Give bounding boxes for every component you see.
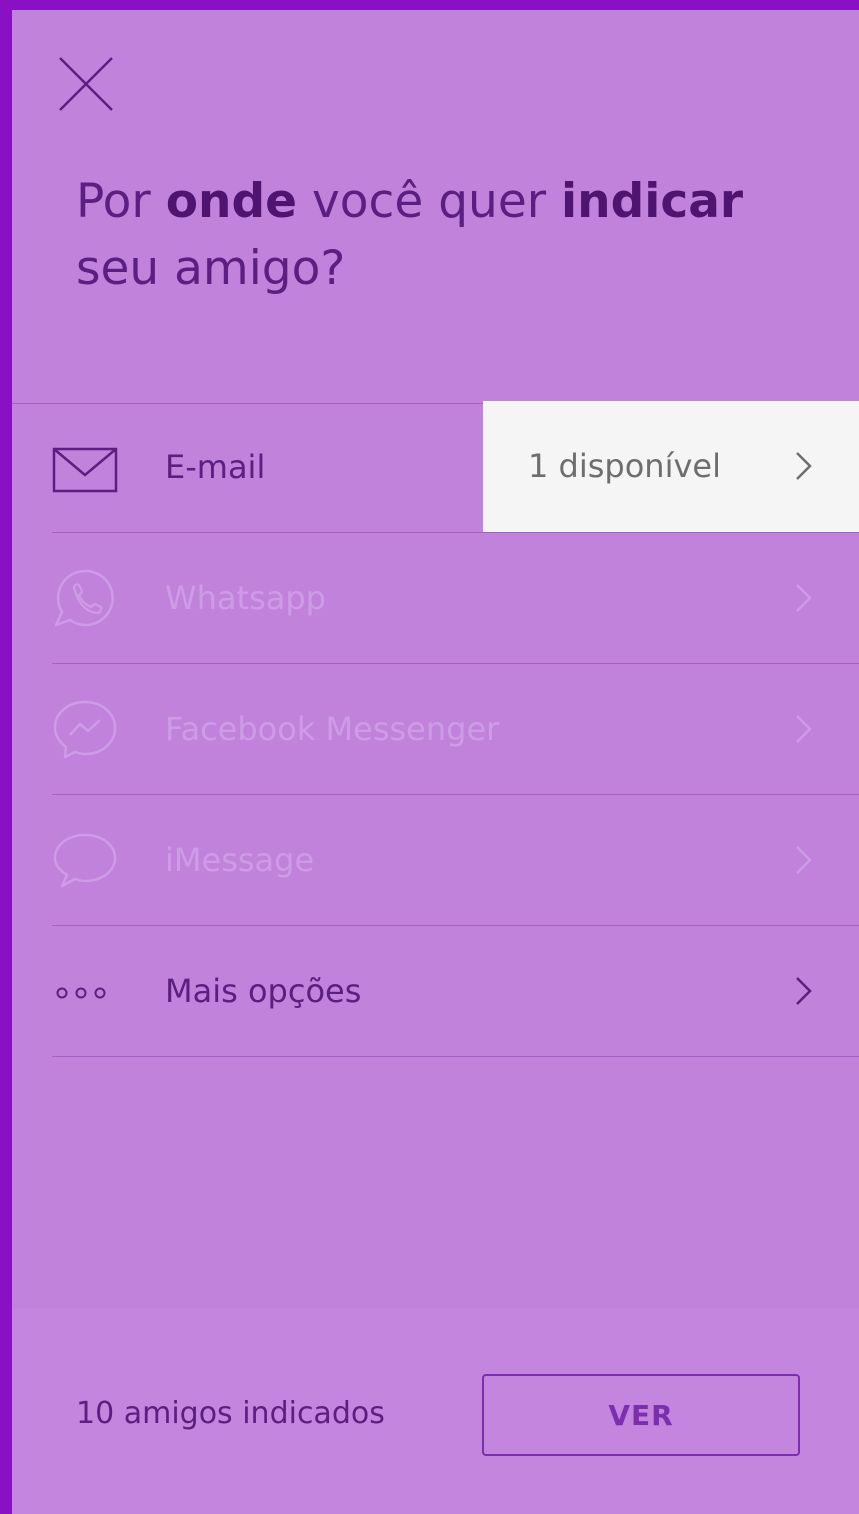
- close-icon: [59, 57, 113, 111]
- option-imessage[interactable]: iMessage: [12, 795, 859, 925]
- chevron-right-icon: [794, 843, 814, 877]
- messenger-icon: [50, 699, 120, 759]
- footer: 10 amigos indicados VER: [12, 1308, 859, 1514]
- row-divider: [52, 1056, 859, 1057]
- whatsapp-icon: [50, 568, 120, 628]
- ver-button[interactable]: VER: [482, 1374, 800, 1456]
- mail-icon: [50, 437, 120, 497]
- title-mid: você quer: [311, 174, 547, 229]
- email-availability[interactable]: 1 disponível: [483, 401, 859, 532]
- option-imessage-label: iMessage: [165, 841, 315, 879]
- option-whatsapp[interactable]: Whatsapp: [12, 533, 859, 663]
- title-bold-onde: onde: [165, 174, 297, 229]
- imessage-icon: [50, 830, 120, 890]
- email-availability-text: 1 disponível: [528, 447, 721, 485]
- option-more-label: Mais opções: [165, 972, 362, 1010]
- option-messenger[interactable]: Facebook Messenger: [12, 664, 859, 794]
- option-whatsapp-label: Whatsapp: [165, 579, 326, 617]
- title-bold-indicar: indicar: [561, 174, 744, 229]
- referral-count: 10 amigos indicados: [76, 1396, 385, 1431]
- page-title: Por onde você quer indicar seu amigo?: [76, 168, 836, 302]
- option-messenger-label: Facebook Messenger: [165, 710, 500, 748]
- chevron-right-icon: [794, 449, 814, 483]
- chevron-right-icon: [794, 712, 814, 746]
- referral-panel: Por onde você quer indicar seu amigo? E-m…: [12, 10, 859, 1514]
- option-email-label: E-mail: [165, 448, 266, 486]
- chevron-right-icon: [794, 581, 814, 615]
- option-more[interactable]: Mais opções: [12, 926, 859, 1056]
- close-button[interactable]: [56, 54, 116, 114]
- more-dots-icon: [50, 961, 120, 1021]
- chevron-right-icon: [794, 974, 814, 1008]
- title-prefix: Por: [76, 174, 151, 229]
- title-suffix: seu amigo?: [76, 241, 346, 296]
